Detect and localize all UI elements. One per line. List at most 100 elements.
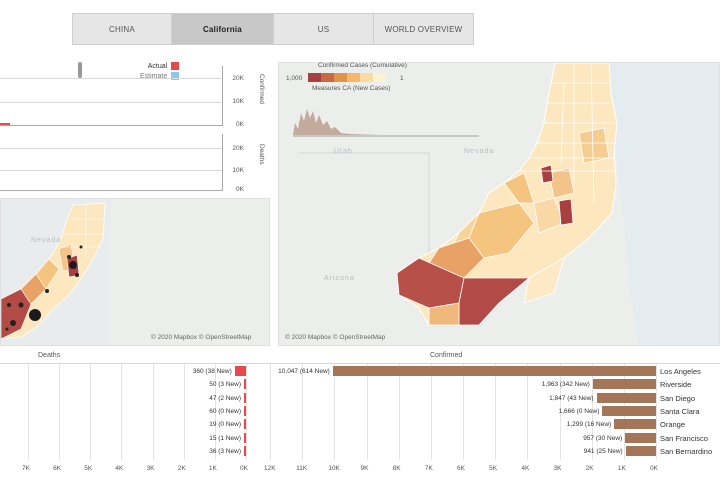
map-small-svg	[1, 199, 269, 345]
confirmed-gridline	[398, 364, 400, 460]
confirmed-value-label: 1,299 (16 New)	[566, 421, 612, 429]
legend-actual-label: Actual	[147, 62, 168, 70]
deaths-bar[interactable]	[244, 405, 246, 416]
deaths-bar[interactable]	[244, 432, 246, 443]
legend-swatch	[360, 73, 373, 82]
confirmed-axis-tick: 5K	[489, 465, 498, 472]
chart2-tick: 10K	[232, 167, 244, 174]
legend-min: 1	[400, 75, 404, 82]
deaths-axis-tick: 4K	[115, 465, 124, 472]
chart1-gridline	[0, 78, 222, 79]
chart1-baseline	[0, 125, 222, 126]
chart1-tick: 20K	[232, 75, 244, 82]
deaths-gridline	[183, 364, 185, 460]
confirmed-axis-tick: 0K	[650, 465, 658, 472]
tab-bar: CHINA California US WORLD OVERVIEW	[72, 13, 474, 45]
deaths-bar[interactable]	[244, 419, 246, 430]
confirmed-axis-tick: 2K	[585, 465, 594, 472]
deaths-axis-tick: 6K	[53, 465, 62, 472]
confirmed-axis-tick: 11K	[296, 465, 308, 472]
county-bar-charts: 0K 1K 2K 3K 4K 5K 6K 7K 8K 9K 10K 11K 12K 0K 1K 2K 3K 4K 5…	[0, 364, 720, 480]
deaths-axis-tick: 3K	[146, 465, 155, 472]
chart1-gridline	[0, 102, 222, 103]
deaths-gridline	[246, 364, 247, 460]
deaths-axis-tick: 7K	[22, 465, 30, 472]
confirmed-bar[interactable]	[625, 432, 656, 443]
chart2-gridline	[0, 170, 222, 171]
chart1-tick: 0K	[236, 121, 244, 128]
legend-actual[interactable]: Actual	[140, 62, 180, 70]
legend-color-ramp	[308, 73, 386, 82]
confirmed-gridline	[334, 364, 336, 460]
county-label: Orange	[660, 420, 686, 430]
legend-subtitle: Measures CA (New Cases)	[312, 85, 391, 92]
confirmed-value-label: 957 (30 New)	[583, 434, 623, 442]
series-legend: Actual Estimate	[140, 62, 180, 82]
chart2-ylabel: Deaths	[258, 144, 265, 165]
deaths-bar[interactable]	[244, 445, 246, 456]
confirmed-value-label: 1,666 (0 New)	[558, 407, 600, 415]
state-label-arizona: Arizona	[324, 275, 355, 282]
confirmed-gridline	[430, 364, 432, 460]
confirmed-bar[interactable]	[625, 445, 656, 456]
county-label: San Diego	[660, 393, 696, 403]
map-attribution[interactable]: © 2020 Mapbox © OpenStreetMap	[285, 334, 385, 341]
confirmed-value-label: 1,963 (342 New)	[541, 381, 590, 389]
confirmed-gridline	[302, 364, 304, 460]
chart2-baseline	[0, 190, 222, 191]
legend-max: 1,000	[286, 75, 303, 82]
deaths-bar[interactable]	[244, 379, 246, 390]
tab-world-overview[interactable]: WORLD OVERVIEW	[374, 13, 474, 45]
deaths-bar[interactable]	[234, 366, 246, 376]
confirmed-axis-tick: 9K	[360, 465, 369, 472]
confirmed-gridline	[495, 364, 497, 460]
chart2-tick: 0K	[236, 186, 244, 193]
county-label: Los Angeles	[660, 367, 701, 376]
state-label-nevada: Nevada	[31, 237, 62, 244]
deaths-value-label: 15 (1 New)	[209, 434, 241, 442]
legend-swatch	[321, 73, 334, 82]
deaths-value-label: 47 (2 New)	[209, 394, 241, 402]
confirmed-axis-tick: 3K	[553, 465, 562, 472]
chart1-tick: 10K	[232, 98, 244, 105]
map-attribution[interactable]: © 2020 Mapbox © OpenStreetMap	[151, 334, 251, 341]
confirmed-axis-tick: 4K	[521, 465, 530, 472]
confirmed-bar[interactable]	[332, 366, 656, 376]
confirmed-bar[interactable]	[614, 419, 656, 430]
chart1-axis	[222, 66, 223, 126]
deaths-bar[interactable]	[244, 392, 246, 403]
panel-scrollbar[interactable]	[78, 62, 82, 78]
tab-us[interactable]: US	[274, 13, 374, 45]
deaths-gridline	[90, 364, 92, 460]
county-label: San Francisco	[660, 433, 708, 443]
legend-swatch	[334, 73, 347, 82]
county-label: Riverside	[660, 380, 692, 390]
confirmed-axis-tick: 1K	[617, 465, 626, 472]
chart2-tick: 20K	[232, 145, 244, 152]
confirmed-header: Confirmed	[430, 352, 463, 359]
confirmed-axis-tick: 6K	[457, 465, 465, 472]
deaths-axis-tick: 2K	[177, 465, 186, 472]
confirmed-bar[interactable]	[602, 405, 656, 416]
deaths-axis-tick: 0K	[240, 465, 248, 472]
chart1-actual-line	[0, 123, 10, 125]
chart2-gridline	[0, 148, 222, 149]
county-label: Santa Clara	[660, 406, 700, 416]
tab-california[interactable]: California	[172, 13, 274, 45]
confirmed-value-label: 10,047 (614 New)	[278, 368, 330, 375]
california-map-main[interactable]: Nevada Arizona Utah © 2020 Mapbox © Open…	[278, 62, 720, 346]
confirmed-gridline	[366, 364, 368, 460]
california-map-bubble[interactable]: Nevada © 2020 Mapbox © OpenStreetMap	[0, 198, 270, 346]
deaths-value-label: 36 (3 New)	[209, 447, 241, 455]
confirmed-bar[interactable]	[596, 392, 656, 403]
map-main-svg	[279, 63, 719, 345]
legend-swatch	[373, 73, 386, 82]
legend-actual-swatch	[171, 62, 180, 70]
deaths-value-label: 50 (3 New)	[209, 381, 241, 389]
confirmed-value-label: 941 (25 New)	[583, 447, 623, 455]
confirmed-bar[interactable]	[592, 379, 656, 390]
legend-swatch	[308, 73, 321, 82]
tab-china[interactable]: CHINA	[72, 13, 172, 45]
confirmed-value-label: 1,847 (43 New)	[549, 394, 594, 402]
deaths-axis-tick: 5K	[84, 465, 93, 472]
